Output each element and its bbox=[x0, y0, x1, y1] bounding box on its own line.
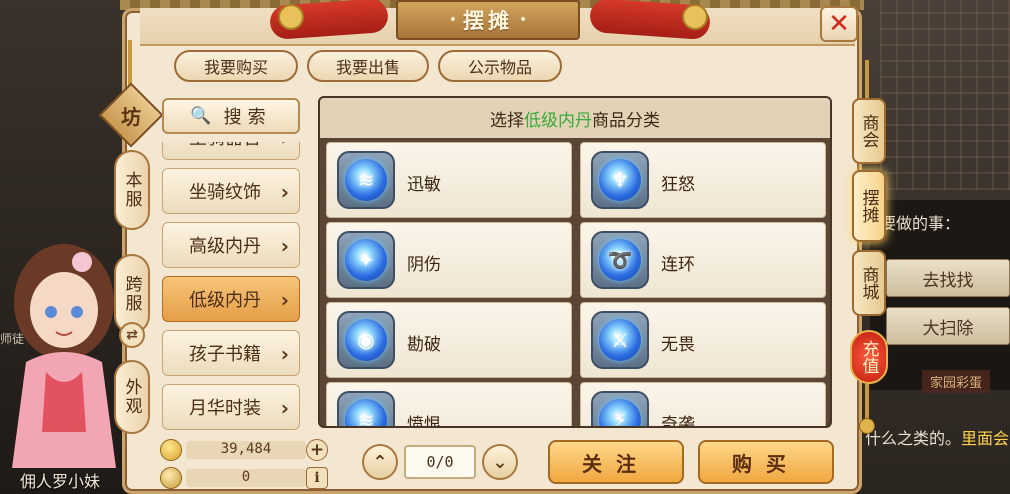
grid-item[interactable]: ◉ 勘破 bbox=[326, 302, 572, 378]
grid-item-name: 无畏 bbox=[661, 335, 695, 355]
task-button-clean[interactable]: 大扫除 bbox=[886, 307, 1010, 345]
search-label: 搜索 bbox=[223, 107, 272, 128]
tab-mall[interactable]: 商城 bbox=[852, 250, 886, 316]
tab-commerce-guild[interactable]: 商会 bbox=[852, 98, 886, 164]
close-icon: ✕ bbox=[828, 9, 850, 39]
inner-pill-icon: ≋ bbox=[337, 151, 395, 209]
tassel-cord bbox=[865, 384, 869, 420]
inner-pill-icon: ≋ bbox=[337, 391, 395, 426]
category-label: 坐骑器官 bbox=[189, 142, 261, 150]
page-down-button[interactable]: ⌄ bbox=[482, 444, 518, 480]
page-title: 摆摊 bbox=[463, 9, 513, 33]
tassel-cord bbox=[865, 60, 869, 98]
category-list[interactable]: 坐骑器官 › 坐骑纹饰 › 高级内丹 › 低级内丹 › 孩子书籍 › 月华时装 … bbox=[160, 142, 304, 432]
servant-girl-avatar[interactable] bbox=[6, 232, 122, 468]
buy-button[interactable]: 购买 bbox=[698, 440, 834, 484]
category-label: 坐骑纹饰 bbox=[189, 182, 261, 203]
grid-item[interactable]: ✦ 阴伤 bbox=[326, 222, 572, 298]
silver-coin-icon bbox=[160, 467, 182, 489]
category-item[interactable]: 坐骑器官 › bbox=[162, 142, 300, 160]
category-label: 月华时装 bbox=[189, 398, 261, 419]
gold-value: 39,484 bbox=[220, 441, 272, 457]
grid-item-name: 奇袭 bbox=[661, 415, 695, 428]
grid-header: 选择 低级内丹 商品分类 bbox=[320, 98, 830, 138]
grid-header-highlight: 低级内丹 bbox=[524, 110, 592, 131]
title-dot-left: • bbox=[448, 12, 457, 28]
servant-name: 佣人罗小妹 bbox=[20, 472, 101, 491]
inner-pill-icon: ♆ bbox=[591, 151, 649, 209]
category-item[interactable]: 坐骑纹饰 › bbox=[162, 168, 300, 214]
category-label: 高级内丹 bbox=[189, 236, 261, 257]
add-gold-button[interactable]: + bbox=[306, 439, 328, 461]
grid-item-name: 愤恨 bbox=[407, 415, 441, 428]
category-item[interactable]: 孩子书籍 › bbox=[162, 330, 300, 376]
tab-buy[interactable]: 我要购买 bbox=[174, 50, 298, 82]
item-category-grid: 选择 低级内丹 商品分类 ≋ 迅敏 ♆ 狂怒 ✦ 阴伤 ➰ 连环 ◉ 勘破 ⚔ 无畏… bbox=[318, 96, 832, 428]
grid-item-name: 迅敏 bbox=[407, 175, 441, 195]
dialog-text-plain: 什么之类的。 bbox=[865, 429, 962, 448]
grid-item[interactable]: ≋ 愤恨 bbox=[326, 382, 572, 428]
tab-appearance[interactable]: 外观 bbox=[114, 360, 150, 434]
inner-pill-icon: ⚡ bbox=[591, 391, 649, 426]
grid-item-name: 勘破 bbox=[407, 335, 441, 355]
grid-header-prefix: 选择 bbox=[490, 110, 524, 131]
search-button[interactable]: 🔍 搜索 bbox=[162, 98, 300, 134]
page-up-button[interactable]: ⌃ bbox=[362, 444, 398, 480]
tab-sell[interactable]: 我要出售 bbox=[307, 50, 429, 82]
grid-header-suffix: 商品分类 bbox=[592, 110, 660, 131]
task-button-find[interactable]: 去找找 bbox=[886, 259, 1010, 297]
grid-item-name: 阴伤 bbox=[407, 255, 441, 275]
ribbon-knot-left bbox=[278, 4, 304, 30]
grid-item[interactable]: ⚡ 奇袭 bbox=[580, 382, 826, 428]
chevron-right-icon: › bbox=[280, 180, 289, 204]
search-icon: 🔍 bbox=[190, 106, 212, 126]
inner-pill-icon: ◉ bbox=[337, 311, 395, 369]
title-dot-right: • bbox=[519, 12, 528, 28]
gold-balance: 39,484 + bbox=[160, 439, 330, 461]
market-badge-label: 坊 bbox=[121, 104, 141, 129]
ribbon-knot-right bbox=[682, 4, 708, 30]
info-button[interactable]: i bbox=[306, 467, 328, 489]
follow-button[interactable]: 关注 bbox=[548, 440, 684, 484]
tab-recharge[interactable]: 充值 bbox=[850, 330, 888, 384]
grid-item[interactable]: ➰ 连环 bbox=[580, 222, 826, 298]
grid-item[interactable]: ⚔ 无畏 bbox=[580, 302, 826, 378]
category-item-selected[interactable]: 低级内丹 › bbox=[162, 276, 300, 322]
chevron-right-icon: › bbox=[280, 234, 289, 258]
family-egg-label: 家园彩蛋 bbox=[922, 370, 991, 393]
task-title: 要做的事： bbox=[880, 214, 961, 233]
inner-pill-icon: ⚔ bbox=[591, 311, 649, 369]
tab-stall[interactable]: 摆摊 bbox=[852, 170, 886, 242]
chevron-right-icon: › bbox=[280, 342, 289, 366]
inner-pill-icon: ➰ bbox=[591, 231, 649, 289]
hanging-cord bbox=[128, 40, 132, 88]
category-label: 孩子书籍 bbox=[189, 344, 261, 365]
grid-item-name: 狂怒 bbox=[661, 175, 695, 195]
category-item[interactable]: 高级内丹 › bbox=[162, 222, 300, 268]
page-indicator: 0/0 bbox=[404, 445, 476, 479]
grid-item[interactable]: ♆ 狂怒 bbox=[580, 142, 826, 218]
chevron-right-icon: › bbox=[280, 288, 289, 312]
close-button[interactable]: ✕ bbox=[820, 6, 858, 42]
tassel-bead bbox=[859, 418, 875, 434]
dialog-text: 什么之类的。里面会 bbox=[865, 425, 1009, 449]
gold-coin-icon bbox=[160, 439, 182, 461]
silver-balance: 0 i bbox=[160, 467, 330, 489]
dialog-text-highlight: 里面会 bbox=[961, 429, 1010, 448]
silver-value: 0 bbox=[241, 469, 251, 485]
tab-public-items[interactable]: 公示物品 bbox=[438, 50, 562, 82]
swap-icon[interactable]: ⇄ bbox=[119, 322, 145, 348]
window-lattice bbox=[880, 0, 1010, 190]
category-item[interactable]: 月华时装 › bbox=[162, 384, 300, 430]
chevron-right-icon: › bbox=[280, 396, 289, 420]
inner-pill-icon: ✦ bbox=[337, 231, 395, 289]
title-plaque: • 摆摊 • bbox=[396, 0, 580, 40]
grid-item[interactable]: ≋ 迅敏 bbox=[326, 142, 572, 218]
grid-item-name: 连环 bbox=[661, 255, 695, 275]
category-label: 低级内丹 bbox=[189, 290, 261, 311]
chevron-right-icon: › bbox=[281, 142, 289, 150]
tab-this-server[interactable]: 本服 bbox=[114, 150, 150, 230]
